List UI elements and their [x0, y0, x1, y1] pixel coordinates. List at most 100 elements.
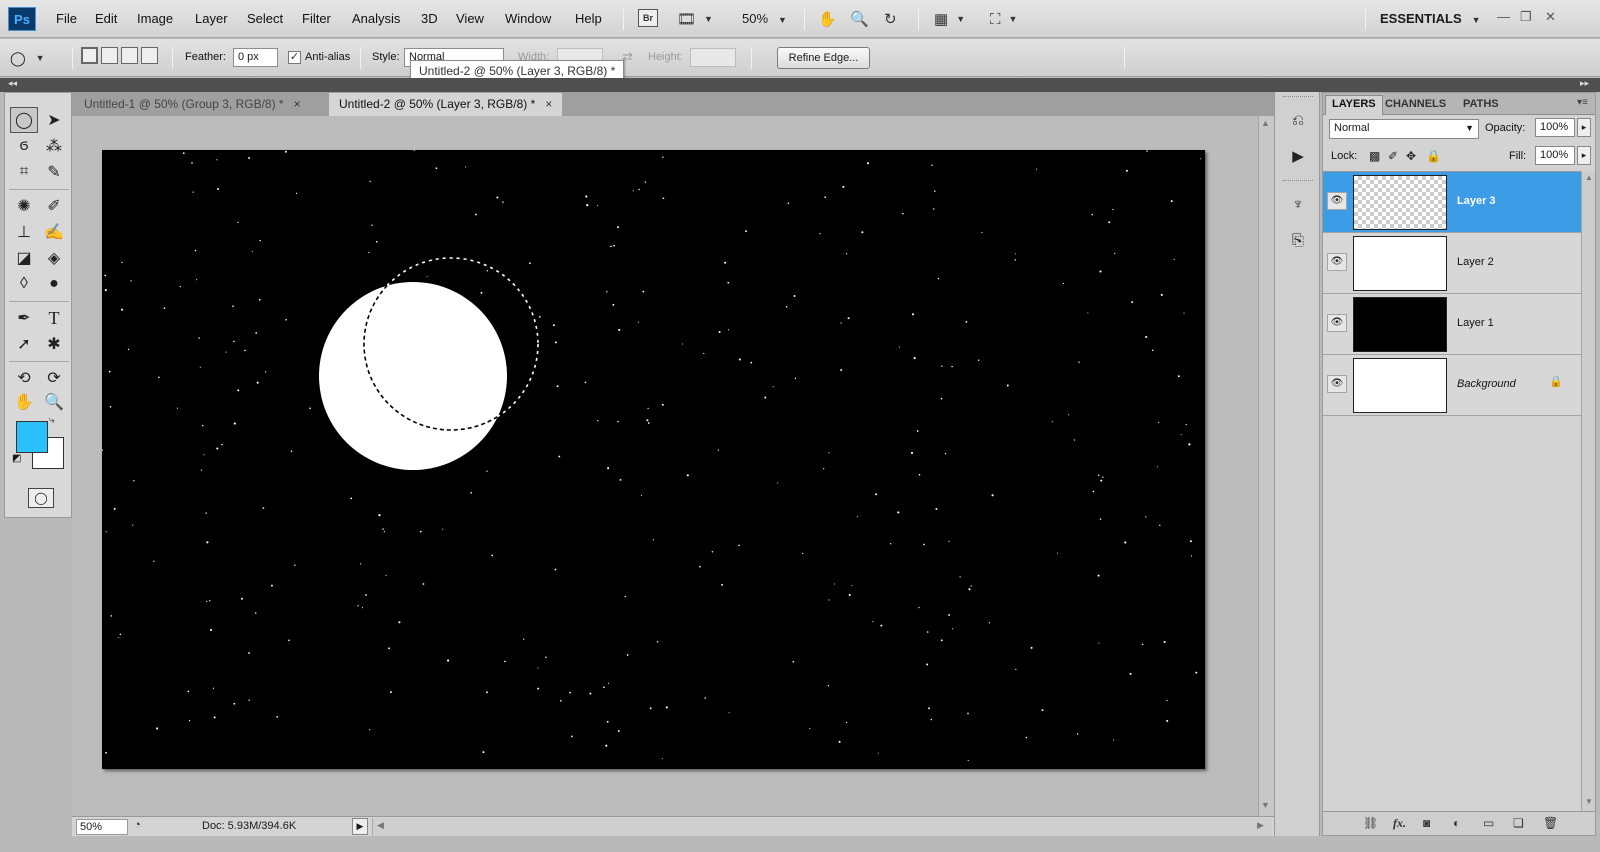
zoom-field[interactable]: 50% [76, 819, 128, 835]
lock-all-icon[interactable]: 🔒 [1426, 149, 1441, 163]
subtract-from-selection-icon[interactable] [121, 47, 138, 64]
tab-untitled-2[interactable]: Untitled-2 @ 50% (Layer 3, RGB/8) * × [329, 93, 563, 116]
menu-layer[interactable]: Layer [195, 11, 228, 26]
magic-wand-tool-icon[interactable]: ⁂ [40, 133, 68, 159]
status-menu-icon[interactable]: ◔ [134, 819, 141, 831]
zoom-tool-icon[interactable]: 🔍 [40, 389, 68, 415]
custom-shape-tool-icon[interactable]: ✱ [40, 331, 68, 357]
eyedropper-tool-icon[interactable]: ✎ [40, 159, 68, 185]
hand-tool-icon[interactable]: ✋ [818, 9, 837, 29]
dock-grip[interactable] [1283, 96, 1313, 99]
menu-3d[interactable]: 3D [421, 11, 438, 26]
close-tab-icon[interactable]: × [545, 97, 552, 111]
menu-help[interactable]: Help [575, 11, 602, 26]
restore-icon[interactable]: ❐ [1520, 9, 1532, 25]
path-selection-tool-icon[interactable]: ➚ [10, 331, 38, 357]
paint-bucket-tool-icon[interactable]: ◈ [40, 245, 68, 271]
blend-mode-select[interactable]: Normal ▼ [1329, 119, 1479, 139]
horizontal-scrollbar[interactable]: ◀ ▶ [372, 818, 1272, 836]
refine-edge-button[interactable]: Refine Edge... [777, 47, 870, 69]
layer-style-icon[interactable]: fx. [1393, 816, 1406, 831]
visibility-eye-icon[interactable]: 👁 [1327, 253, 1347, 271]
hand-tool-icon[interactable]: ✋ [10, 389, 38, 415]
3d-rotate-tool-icon[interactable]: ⟲ [10, 365, 38, 391]
layer-row-layer-3[interactable]: 👁 Layer 3 [1323, 172, 1581, 233]
height-input[interactable] [690, 48, 736, 67]
document-canvas[interactable] [102, 150, 1205, 769]
collapse-panels-icon[interactable]: ▸▸ [1580, 78, 1589, 89]
visibility-eye-icon[interactable]: 👁 [1327, 375, 1347, 393]
menu-file[interactable]: File [56, 11, 77, 26]
delete-layer-icon[interactable]: 🗑 [1543, 816, 1558, 830]
minimize-icon[interactable]: — [1497, 9, 1510, 24]
collapse-tools-icon[interactable]: ◂◂ [8, 78, 17, 89]
dodge-tool-icon[interactable]: ● [40, 271, 68, 297]
add-mask-icon[interactable]: ◙ [1423, 816, 1430, 830]
quick-mask-icon[interactable]: ◯ [28, 488, 54, 508]
layer-row-layer-1[interactable]: 👁 Layer 1 [1323, 294, 1581, 355]
layer-row-layer-2[interactable]: 👁 Layer 2 [1323, 233, 1581, 294]
brushes-panel-icon[interactable]: ♆ [1285, 192, 1311, 216]
lock-position-icon[interactable]: ✥ [1406, 149, 1416, 163]
fill-slider-arrow[interactable]: ▸ [1577, 146, 1591, 165]
bridge-button[interactable]: Br [638, 9, 658, 27]
panel-menu-icon[interactable]: ▾≡ [1577, 97, 1588, 108]
antialias-checkbox[interactable]: ✓ [288, 51, 301, 64]
new-group-icon[interactable]: ▭ [1483, 816, 1494, 830]
eraser-tool-icon[interactable]: ◪ [10, 245, 38, 271]
history-brush-tool-icon[interactable]: ✍ [40, 219, 68, 245]
spot-healing-brush-icon[interactable]: ✺ [10, 193, 38, 219]
menu-select[interactable]: Select [247, 11, 283, 26]
adjustment-layer-icon[interactable]: ◐ [1453, 816, 1460, 830]
fill-input[interactable]: 100% [1535, 146, 1575, 165]
add-to-selection-icon[interactable] [101, 47, 118, 64]
crop-tool-icon[interactable]: ⌗ [10, 159, 38, 185]
mini-bridge-icon[interactable]: 🎞 ▼ [677, 9, 713, 29]
lock-image-pixels-icon[interactable]: ✐ [1388, 149, 1398, 163]
tab-channels[interactable]: CHANNELS [1379, 96, 1452, 112]
actions-panel-icon[interactable]: ▶ [1285, 144, 1311, 168]
move-tool-icon[interactable]: ➤ [40, 107, 68, 133]
rotate-view-icon[interactable]: ↻ [884, 9, 897, 29]
lock-transparent-pixels-icon[interactable]: ▩ [1369, 149, 1380, 163]
elliptical-marquee-tool-icon[interactable]: ◯ [10, 107, 38, 133]
zoom-level-select[interactable]: 50% ▼ [742, 11, 787, 26]
type-tool-icon[interactable]: T [40, 305, 68, 331]
close-tab-icon[interactable]: × [294, 97, 301, 111]
arrange-documents-icon[interactable]: ▦ ▼ [934, 9, 965, 29]
visibility-eye-icon[interactable]: 👁 [1327, 192, 1347, 210]
menu-image[interactable]: Image [137, 11, 173, 26]
link-layers-icon[interactable]: ⛓ [1363, 816, 1378, 830]
vertical-scrollbar[interactable]: ▲ ▼ [1258, 116, 1274, 816]
menu-view[interactable]: View [456, 11, 484, 26]
layers-scrollbar[interactable]: ▲ ▼ [1581, 171, 1595, 811]
clone-source-panel-icon[interactable]: ⎘ [1285, 228, 1311, 252]
new-layer-icon[interactable]: ❏ [1513, 816, 1524, 830]
menu-analysis[interactable]: Analysis [352, 11, 400, 26]
default-colors-icon[interactable]: ◩ [12, 453, 21, 464]
tab-paths[interactable]: PATHS [1457, 96, 1505, 112]
dock-grip[interactable] [1283, 180, 1313, 183]
pen-tool-icon[interactable]: ✒ [10, 305, 38, 331]
zoom-tool-icon[interactable]: 🔍 [850, 9, 869, 29]
tab-layers[interactable]: LAYERS [1325, 95, 1383, 115]
layer-row-background[interactable]: 👁 Background 🔒 [1323, 355, 1581, 416]
menu-filter[interactable]: Filter [302, 11, 331, 26]
3d-orbit-tool-icon[interactable]: ⟳ [40, 365, 68, 391]
opacity-input[interactable]: 100% [1535, 118, 1575, 137]
menu-window[interactable]: Window [505, 11, 551, 26]
visibility-eye-icon[interactable]: 👁 [1327, 314, 1347, 332]
new-selection-mode-icon[interactable] [81, 47, 98, 64]
status-options-arrow[interactable]: ▶ [352, 818, 368, 835]
clone-stamp-tool-icon[interactable]: ⊥ [10, 219, 38, 245]
tab-untitled-1[interactable]: Untitled-1 @ 50% (Group 3, RGB/8) * × [74, 93, 311, 116]
brush-tool-icon[interactable]: ✐ [40, 193, 68, 219]
close-icon[interactable]: ✕ [1545, 9, 1556, 25]
intersect-selection-icon[interactable] [141, 47, 158, 64]
blur-tool-icon[interactable]: ◊ [10, 271, 38, 297]
feather-input[interactable]: 0 px [233, 48, 278, 67]
screen-mode-icon[interactable]: ⛶ ▼ [990, 9, 1017, 29]
foreground-color-swatch[interactable] [16, 421, 48, 453]
menu-edit[interactable]: Edit [95, 11, 117, 26]
swap-colors-icon[interactable]: ⤷ [49, 415, 55, 426]
